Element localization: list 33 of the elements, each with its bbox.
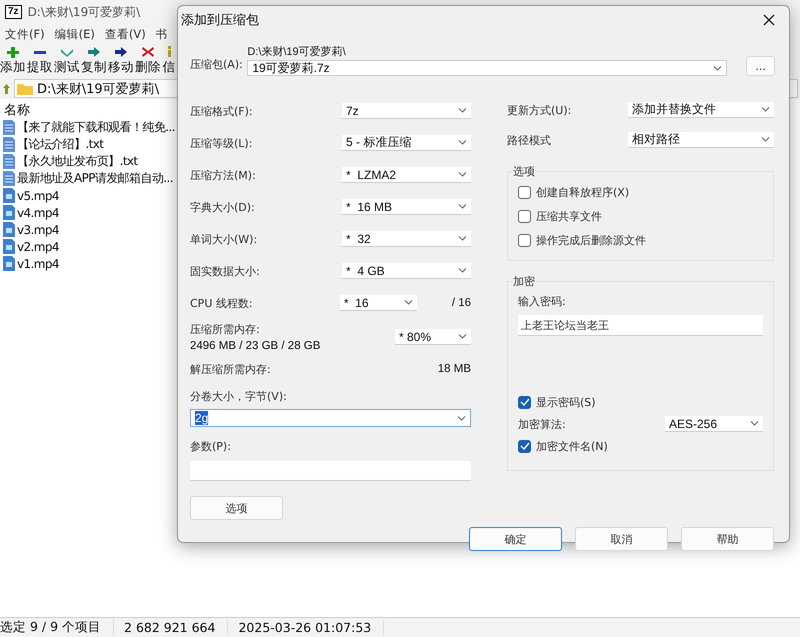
- field-label: 压缩格式(F):: [190, 104, 253, 118]
- memory-reading: 18 MB: [438, 363, 471, 375]
- dialog-title: 添加到压缩包: [181, 12, 259, 29]
- memory-reading: 2496 MB / 23 GB / 28 GB: [190, 340, 320, 352]
- field-label: 参数(P):: [190, 439, 232, 454]
- app-logo: 7z: [5, 5, 22, 19]
- checkbox-label: 加密文件名(N): [536, 438, 608, 454]
- checkbox-label: 创建自释放程序(X): [536, 184, 630, 200]
- status-text: 2 682 921 664: [124, 620, 228, 635]
- field-label: 解压缩所需内存:: [190, 362, 271, 376]
- field-label: 分卷大小，字节(V):: [190, 389, 288, 404]
- field-label: 路径模式: [507, 132, 551, 148]
- field-label: 固实数据大小:: [190, 264, 260, 278]
- checkbox-label: 操作完成后删除源文件: [536, 232, 646, 248]
- field-label: 更新方式(U):: [507, 102, 572, 118]
- group-title: 选项: [512, 164, 536, 179]
- folder-path: D:\来财\19可爱萝莉\: [247, 45, 347, 59]
- field-label: 字典大小(D):: [190, 200, 255, 214]
- thread-count: / 16: [452, 297, 471, 309]
- checkbox-label: 压缩共享文件: [536, 208, 602, 224]
- field-label: 压缩等级(L):: [190, 136, 252, 150]
- field-label: 输入密码:: [518, 294, 567, 309]
- group-title: 加密: [512, 274, 536, 289]
- field-label: 单词大小(W):: [190, 232, 258, 246]
- field-label: 压缩所需内存:: [190, 322, 261, 337]
- checkbox-label: 显示密码(S): [536, 394, 596, 410]
- status-text: 选定 9 / 9 个项目: [0, 619, 114, 636]
- field-label: CPU 线程数:: [190, 296, 253, 310]
- field-label: 压缩包(A):: [190, 57, 244, 72]
- field-label: 加密算法:: [518, 416, 566, 432]
- status-text: 2025-03-26 01:07:53: [238, 620, 384, 635]
- window-title: D:\来财\19可爱萝莉\: [28, 4, 140, 20]
- field-label: 压缩方法(M):: [190, 168, 256, 182]
